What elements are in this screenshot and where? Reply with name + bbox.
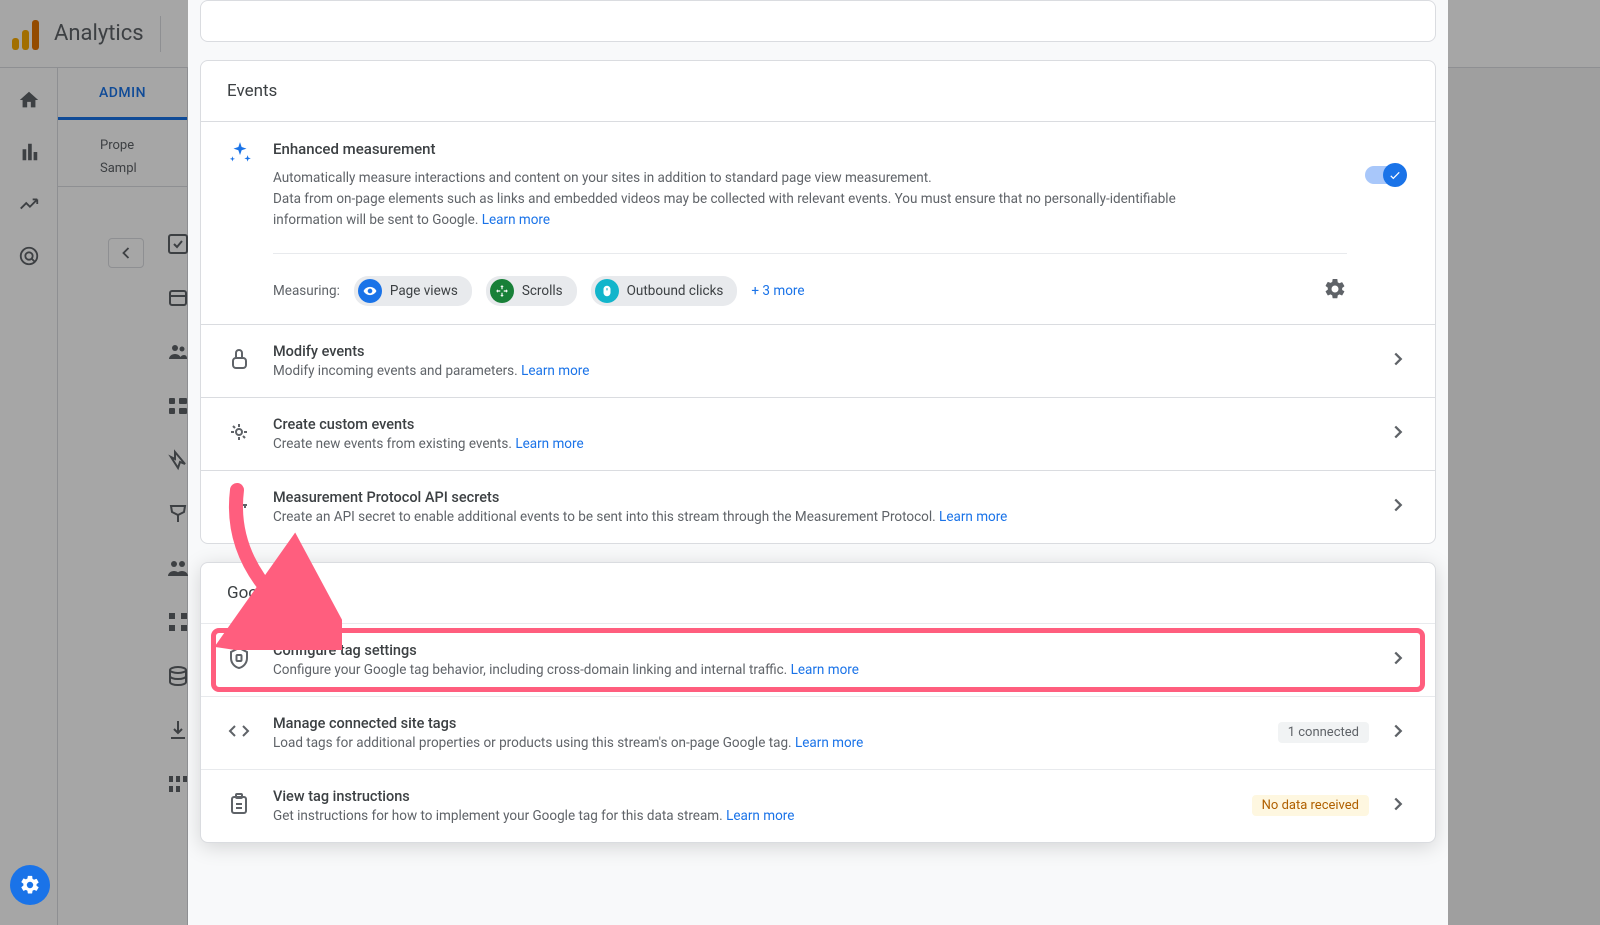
learn-more-link[interactable]: Learn more — [939, 509, 1007, 525]
events-card: Events Enhanced measurement Automaticall… — [200, 60, 1436, 544]
divider — [160, 16, 161, 52]
configure-tag-title: Configure tag settings — [273, 642, 1369, 659]
slide-panel: Events Enhanced measurement Automaticall… — [188, 0, 1448, 925]
configure-tag-settings-row[interactable]: Configure tag settings Configure your Go… — [201, 623, 1435, 696]
chevron-right-icon — [1387, 720, 1409, 746]
chevron-right-icon — [1387, 647, 1409, 673]
learn-more-link[interactable]: Learn more — [791, 662, 859, 678]
enhanced-measurement-row: Enhanced measurement Automatically measu… — [201, 121, 1435, 324]
learn-more-link[interactable]: Learn more — [795, 735, 863, 751]
create-custom-events-row[interactable]: Create custom events Create new events f… — [201, 397, 1435, 470]
admin-tab[interactable]: ADMIN — [58, 68, 187, 120]
modify-events-title: Modify events — [273, 343, 1369, 360]
modify-events-row[interactable]: Modify events Modify incoming events and… — [201, 324, 1435, 397]
key-icon — [227, 493, 255, 521]
events-section-title: Events — [201, 61, 1435, 121]
chip-scrolls: Scrolls — [486, 276, 577, 306]
no-data-badge: No data received — [1252, 795, 1369, 816]
connected-tags-title: Manage connected site tags — [273, 715, 1260, 732]
touch-icon — [227, 347, 255, 375]
learn-more-link[interactable]: Learn more — [482, 212, 550, 228]
learn-more-link[interactable]: Learn more — [515, 436, 583, 452]
analytics-bars-icon — [12, 18, 44, 50]
api-secrets-title: Measurement Protocol API secrets — [273, 489, 1369, 506]
view-tag-instructions-row[interactable]: View tag instructions Get instructions f… — [201, 769, 1435, 842]
connected-badge: 1 connected — [1278, 722, 1369, 743]
property-label-truncated: Prope — [58, 120, 187, 153]
api-secrets-row[interactable]: Measurement Protocol API secrets Create … — [201, 470, 1435, 543]
enhanced-measurement-title: Enhanced measurement — [273, 140, 1347, 158]
measuring-label: Measuring: — [273, 283, 340, 299]
app-title: Analytics — [54, 21, 144, 46]
eye-icon — [358, 279, 382, 303]
manage-connected-tags-row[interactable]: Manage connected site tags Load tags for… — [201, 696, 1435, 769]
reports-icon[interactable] — [17, 140, 41, 164]
back-button[interactable] — [108, 238, 144, 268]
advertising-icon[interactable] — [17, 244, 41, 268]
tag-icon — [227, 646, 255, 674]
app-logo[interactable]: Analytics — [12, 18, 144, 50]
settings-button[interactable] — [10, 865, 50, 905]
code-icon — [227, 719, 255, 747]
home-icon[interactable] — [17, 88, 41, 112]
chevron-right-icon — [1387, 348, 1409, 374]
enhanced-measurement-desc: Automatically measure interactions and c… — [273, 168, 1193, 231]
more-events-link[interactable]: + 3 more — [751, 283, 804, 299]
create-custom-events-title: Create custom events — [273, 416, 1369, 433]
instructions-title: View tag instructions — [273, 788, 1234, 805]
chip-page-views: Page views — [354, 276, 472, 306]
chevron-right-icon — [1387, 421, 1409, 447]
left-rail — [0, 68, 58, 925]
scroll-icon — [490, 279, 514, 303]
measurement-settings-button[interactable] — [1323, 277, 1347, 305]
chevron-right-icon — [1387, 793, 1409, 819]
explore-icon[interactable] — [17, 192, 41, 216]
click-icon — [227, 420, 255, 448]
sample-label-truncated: Sampl — [58, 153, 187, 187]
chip-outbound-clicks: Outbound clicks — [591, 276, 738, 306]
mouse-icon — [595, 279, 619, 303]
chevron-right-icon — [1387, 494, 1409, 520]
stream-details-card-collapsed[interactable] — [200, 0, 1436, 42]
instructions-icon — [227, 792, 255, 820]
sparkle-icon — [227, 140, 255, 306]
learn-more-link[interactable]: Learn more — [521, 363, 589, 379]
learn-more-link[interactable]: Learn more — [726, 808, 794, 824]
enhanced-measurement-toggle[interactable] — [1365, 166, 1405, 184]
google-tag-card: Google tag Configure tag settings Config… — [200, 562, 1436, 843]
google-tag-section-title: Google tag — [201, 563, 1435, 623]
measuring-row: Measuring: Page views Scrolls Outbound c… — [273, 253, 1347, 306]
